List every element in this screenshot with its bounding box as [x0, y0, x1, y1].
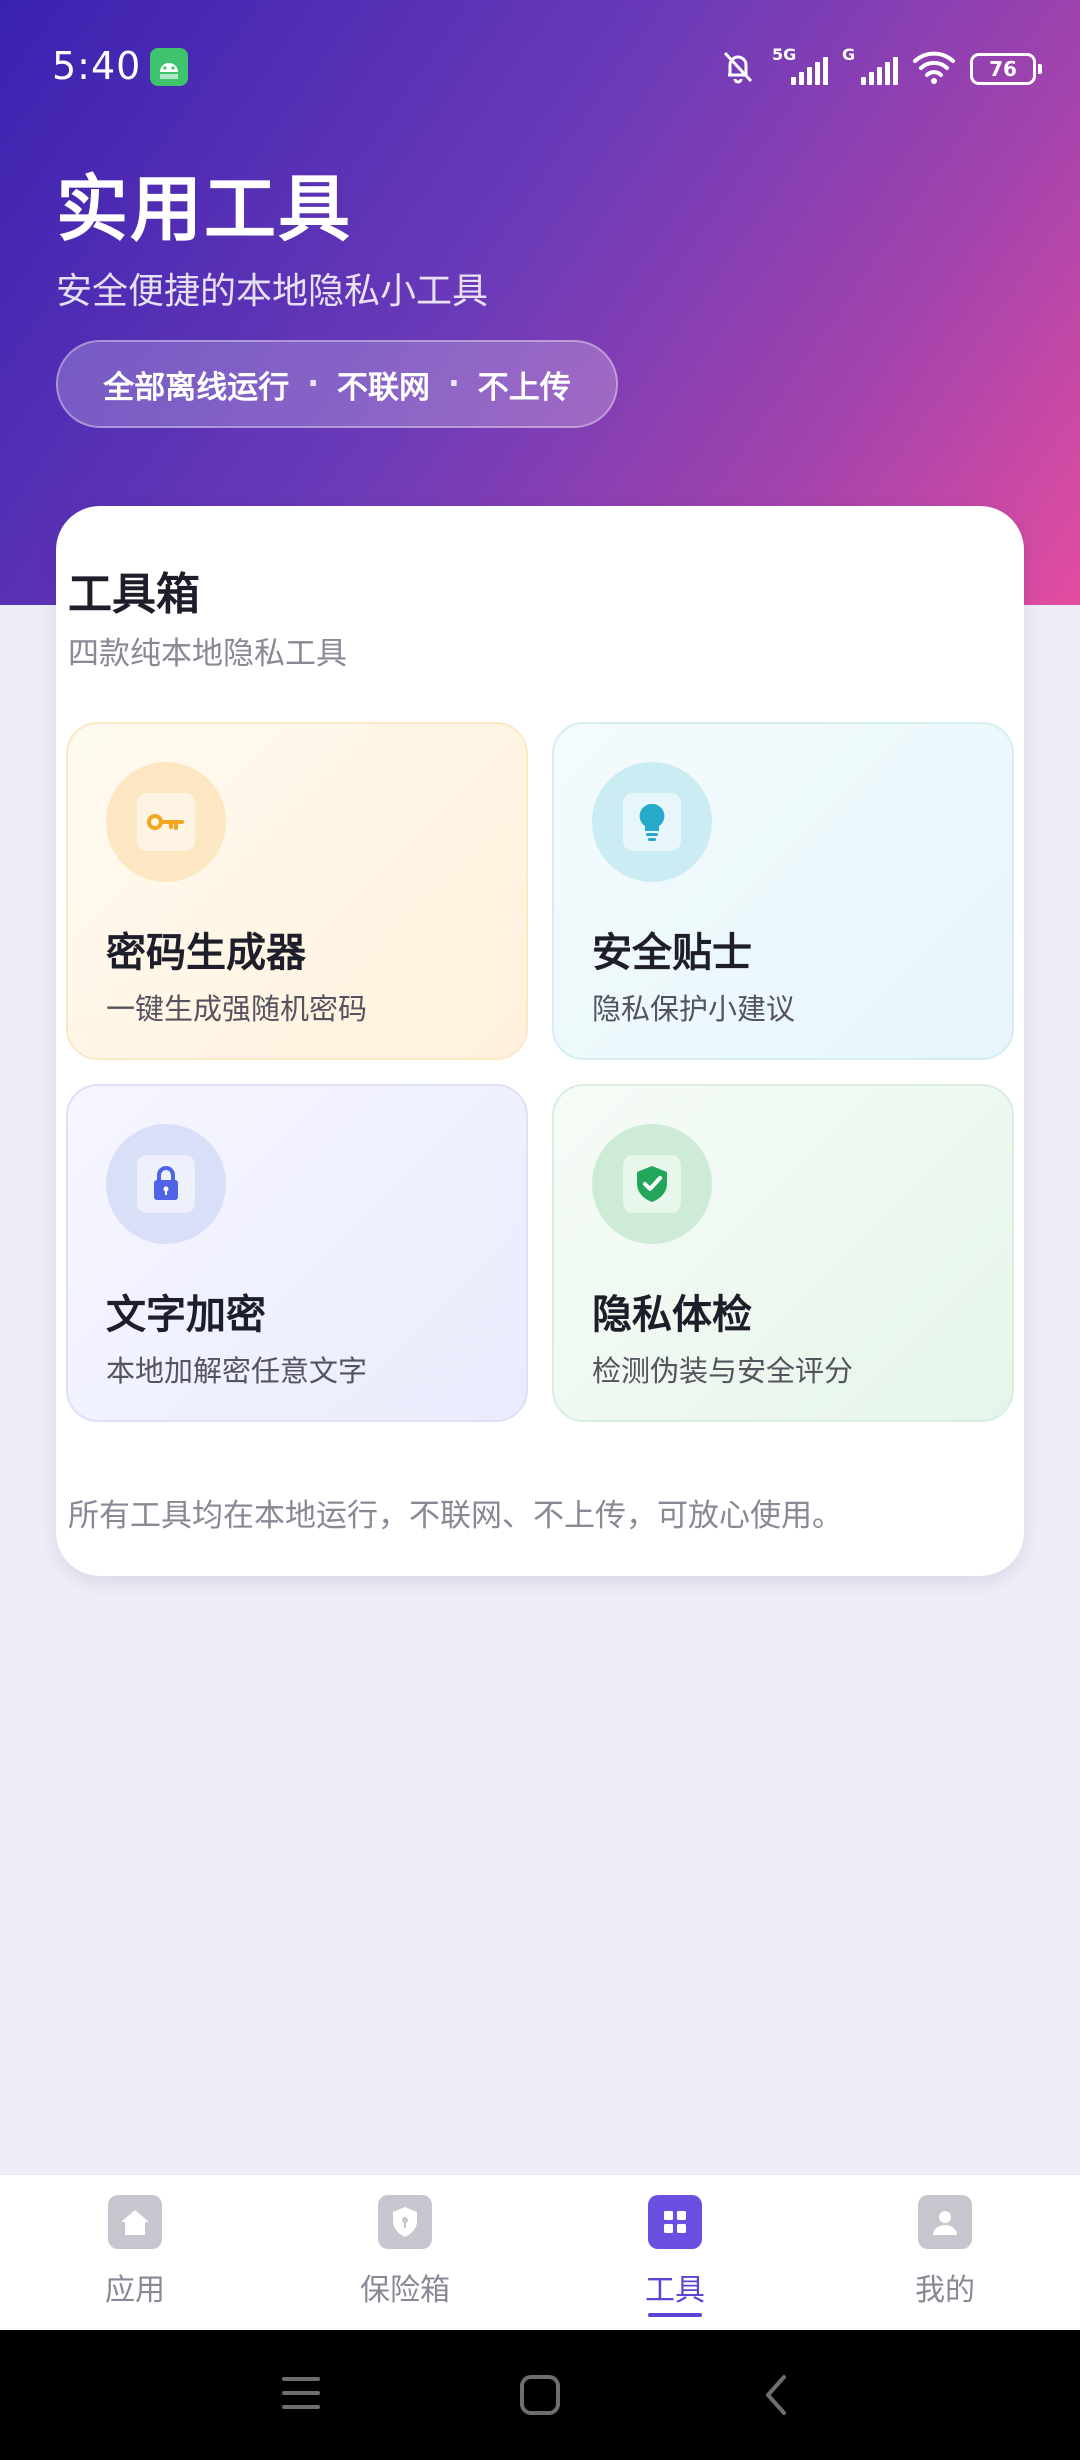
tab-label: 工具 [645, 2273, 705, 2308]
badge-item-no-network: 不联网 [337, 369, 430, 406]
page-subtitle: 安全便捷的本地隐私小工具 [56, 271, 489, 312]
tool-title: 隐私体检 [592, 1292, 752, 1338]
shield-icon [378, 2195, 432, 2249]
mute-bell-icon [718, 47, 758, 91]
tool-title: 文字加密 [106, 1292, 266, 1338]
tab-label: 我的 [915, 2273, 975, 2308]
tab-profile[interactable]: 我的 [810, 2175, 1080, 2331]
offline-badge: 全部离线运行 · 不联网 · 不上传 [56, 340, 618, 428]
wifi-icon [912, 49, 956, 89]
tool-title: 密码生成器 [106, 930, 306, 976]
badge-separator: · [307, 366, 319, 402]
back-icon[interactable] [760, 2373, 792, 2421]
shield-check-icon [623, 1155, 681, 1213]
badge-separator: · [448, 366, 460, 402]
active-tab-indicator [648, 2313, 702, 2317]
tool-description: 检测伪装与安全评分 [592, 1354, 854, 1388]
tab-label: 保险箱 [360, 2273, 450, 2308]
lightbulb-icon [623, 793, 681, 851]
badge-item-offline: 全部离线运行 [103, 369, 290, 406]
lock-icon [137, 1155, 195, 1213]
android-notification-icon [150, 48, 188, 86]
toolbox-footer-note: 所有工具均在本地运行，不联网、不上传，可放心使用。 [68, 1498, 843, 1534]
tab-label: 应用 [105, 2273, 165, 2308]
person-icon [918, 2195, 972, 2249]
tool-security-tips[interactable]: 安全贴士 隐私保护小建议 [552, 722, 1014, 1060]
battery-indicator: 76 [970, 53, 1042, 85]
tool-description: 本地加解密任意文字 [106, 1354, 368, 1388]
home-button-icon[interactable] [518, 2373, 562, 2421]
bottom-tab-bar: 应用 保险箱 工具 我的 [0, 2174, 1080, 2330]
home-icon [108, 2195, 162, 2249]
tab-vault[interactable]: 保险箱 [270, 2175, 540, 2331]
key-icon [137, 793, 195, 851]
status-icons: 5G G 76 [718, 44, 1042, 94]
tool-privacy-check[interactable]: 隐私体检 检测伪装与安全评分 [552, 1084, 1014, 1422]
tool-password-generator[interactable]: 密码生成器 一键生成强随机密码 [66, 722, 528, 1060]
tab-apps[interactable]: 应用 [0, 2175, 270, 2331]
signal-5g-icon: 5G [772, 45, 828, 89]
tool-text-encryption[interactable]: 文字加密 本地加解密任意文字 [66, 1084, 528, 1422]
tool-description: 隐私保护小建议 [592, 992, 796, 1026]
toolbox-card: 工具箱 四款纯本地隐私工具 密码生成器 一键生成强随机密码 安全贴士 隐私保护小… [56, 506, 1024, 1576]
tool-description: 一键生成强随机密码 [106, 992, 368, 1026]
tab-tools[interactable]: 工具 [540, 2175, 810, 2331]
page-title: 实用工具 [56, 167, 353, 251]
tool-title: 安全贴士 [592, 930, 752, 976]
status-time: 5:40 [52, 44, 142, 88]
network-type-label-2: G [842, 45, 856, 64]
badge-item-no-upload: 不上传 [477, 369, 571, 406]
toolbox-title: 工具箱 [68, 569, 200, 620]
system-navigation-bar [0, 2330, 1080, 2460]
status-bar: 5:40 5G G 76 [0, 0, 1080, 135]
toolbox-subtitle: 四款纯本地隐私工具 [68, 636, 347, 672]
menu-icon[interactable] [280, 2373, 322, 2417]
grid-icon [648, 2195, 702, 2249]
signal-g-icon: G [842, 45, 898, 89]
